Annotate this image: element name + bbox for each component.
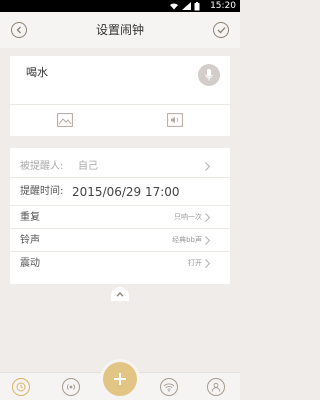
check-icon [217,27,225,34]
add-icon [114,373,126,385]
profile-icon [211,382,221,392]
chevron-right-icon [205,213,210,222]
header: 设置闹钟 [0,12,240,48]
chevron-up-icon [116,291,124,297]
wifi-status-icon [170,3,178,10]
tab-wifi[interactable] [160,378,178,396]
vibrate-value: 打开 [188,259,202,267]
audio-icon [167,113,183,127]
recipient-row[interactable]: 被提醒人: 自己 [10,155,230,178]
broadcast-icon [67,384,75,390]
tab-broadcast[interactable] [62,378,80,396]
vibrate-label: 震动 [20,258,40,269]
collapse-button[interactable] [111,287,129,301]
chevron-right-icon [205,236,210,245]
ringtone-value: 经典bb声 [172,236,202,244]
status-icons [169,1,200,11]
chevron-right-icon [205,259,210,268]
recipient-value: 自己 [78,161,98,172]
repeat-value: 只响一次 [174,213,202,221]
add-image-button[interactable] [57,112,73,127]
reminder-time-row[interactable]: 提醒时间: 2015/06/29 17:00 [10,178,230,206]
reminder-content-input[interactable]: 喝水 [26,64,48,80]
reminder-time-value: 2015/06/29 17:00 [72,185,180,199]
microphone-icon [205,69,213,81]
status-bar: 15:20 [0,0,240,12]
settings-card: 被提醒人: 自己 提醒时间: 2015/06/29 17:00 重复 只响一次 … [10,148,230,284]
repeat-label: 重复 [20,212,40,223]
status-time: 15:20 [210,1,236,11]
repeat-row[interactable]: 重复 只响一次 [10,206,230,229]
chevron-right-icon [205,162,210,171]
vibrate-row[interactable]: 震动 打开 [10,252,230,275]
recipient-label: 被提醒人: [20,161,64,172]
card-divider [10,104,230,105]
page-title: 设置闹钟 [95,23,144,37]
alarm-clock-icon [16,382,26,392]
confirm-button[interactable] [213,22,229,38]
signal-icon [182,2,191,10]
battery-icon [194,1,200,10]
ringtone-row[interactable]: 铃声 经典bb声 [10,229,230,252]
image-icon [57,113,73,127]
add-button[interactable] [103,362,137,396]
voice-input-button[interactable] [198,64,220,86]
tab-alarm[interactable] [12,378,30,396]
reminder-time-label: 提醒时间: [20,186,64,197]
add-audio-button[interactable] [167,112,183,127]
ringtone-label: 铃声 [20,235,40,246]
reminder-content-card: 喝水 [10,56,230,136]
tab-profile[interactable] [207,378,225,396]
wifi-icon [163,383,175,392]
